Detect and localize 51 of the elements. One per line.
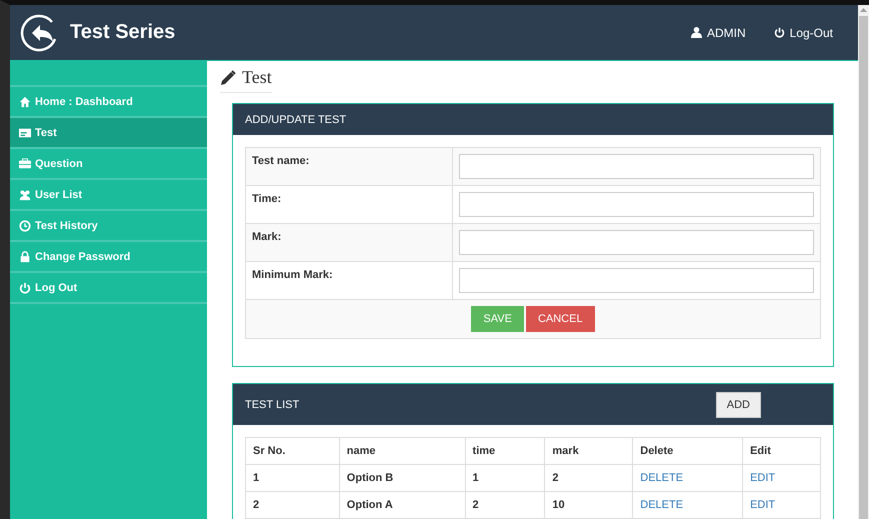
table-cell: 2: [246, 492, 340, 518]
scrollbar-thumb[interactable]: [859, 16, 868, 519]
home-icon: [19, 96, 31, 108]
lock-icon: [19, 250, 31, 262]
app-title: Test Series: [70, 21, 176, 44]
table-cell: 2: [465, 492, 545, 518]
table-cell: Option A: [339, 492, 466, 518]
input-field[interactable]: [459, 192, 814, 217]
table-cell: 10: [544, 492, 633, 518]
delete-link[interactable]: DELETE: [640, 499, 684, 511]
briefcase-icon: [19, 158, 31, 170]
delete-link[interactable]: DELETE: [640, 472, 684, 484]
table-cell: 1: [465, 464, 545, 492]
logout-link[interactable]: Log-Out: [774, 26, 833, 40]
column-header: Delete: [632, 438, 743, 464]
list-icon: [19, 126, 31, 138]
users-icon: [19, 188, 31, 200]
sidebar-item[interactable]: Test History: [10, 209, 207, 240]
edit-link[interactable]: EDIT: [750, 499, 776, 511]
sidebar-item[interactable]: Change Password: [10, 240, 207, 271]
sidebar-item[interactable]: Test: [10, 116, 207, 147]
save-button[interactable]: SAVE: [471, 306, 524, 332]
admin-link[interactable]: ADMIN: [690, 26, 746, 40]
power-icon: [19, 282, 31, 294]
column-header: mark: [544, 438, 633, 464]
pencil-icon: [220, 70, 236, 86]
table-cell: Option B: [339, 464, 466, 492]
power-icon: [774, 27, 785, 38]
column-header: Sr No.: [246, 438, 340, 464]
scroll-up-icon[interactable]: [860, 8, 867, 12]
sidebar-item[interactable]: Question: [10, 147, 207, 178]
panel-title: ADD/UPDATE TEST: [245, 114, 346, 126]
sidebar-item[interactable]: Log Out: [10, 271, 207, 304]
table-cell: 2: [544, 464, 633, 492]
clock-icon: [19, 220, 31, 232]
user-icon: [690, 27, 702, 38]
panel-title: TEST LIST: [245, 398, 300, 410]
input-field[interactable]: [459, 268, 814, 293]
input-field[interactable]: [459, 154, 814, 179]
sidebar-item[interactable]: User List: [10, 178, 207, 209]
field-label: Test name:: [246, 148, 452, 186]
edit-link[interactable]: EDIT: [750, 472, 776, 484]
field-label: Mark:: [246, 224, 452, 262]
table-cell: 1: [246, 464, 340, 492]
add-button[interactable]: ADD: [716, 392, 761, 418]
column-header: time: [465, 438, 545, 464]
input-field[interactable]: [459, 230, 814, 255]
column-header: Edit: [742, 438, 820, 464]
column-header: name: [339, 438, 466, 464]
page-title: Test: [242, 67, 272, 88]
cancel-button[interactable]: CANCEL: [526, 306, 595, 332]
